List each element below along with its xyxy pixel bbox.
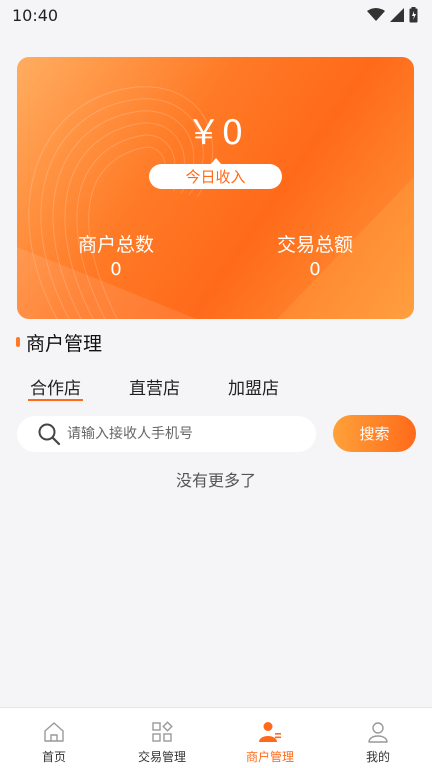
user-icon bbox=[368, 722, 388, 743]
merchant-count-stat: 商户总数 0 bbox=[17, 232, 216, 282]
merchant-icon bbox=[259, 722, 281, 742]
nav-merchant-management[interactable]: 商户管理 bbox=[216, 708, 324, 768]
nav-trade-management[interactable]: 交易管理 bbox=[108, 708, 216, 768]
no-more-text: 没有更多了 bbox=[175, 471, 256, 490]
grid-icon bbox=[152, 721, 173, 742]
search-icon bbox=[38, 423, 61, 446]
home-icon bbox=[44, 722, 64, 742]
phone-search-input[interactable] bbox=[67, 426, 297, 442]
status-bar: 10:40 bbox=[0, 0, 432, 30]
today-income-badge: 今日收入 bbox=[149, 158, 282, 189]
nav-merchant-label: 商户管理 bbox=[245, 750, 294, 764]
nav-home[interactable]: 首页 bbox=[0, 708, 108, 768]
bottom-tab-bar: 首页 交易管理 商户管理 我的 bbox=[0, 707, 432, 768]
tab-direct[interactable]: 直营店 bbox=[129, 374, 180, 399]
search-button[interactable]: 搜索 bbox=[333, 415, 416, 452]
tab-franchise[interactable]: 加盟店 bbox=[228, 374, 279, 399]
signal-icon bbox=[390, 8, 404, 22]
store-type-tabs: 合作店 直营店 加盟店 bbox=[0, 374, 432, 404]
nav-trade-label: 交易管理 bbox=[137, 750, 186, 764]
summary-card: ￥0 今日收入 商户总数 0 交易总额 0 bbox=[17, 57, 414, 319]
wifi-icon bbox=[367, 8, 385, 21]
active-tab-indicator bbox=[28, 399, 83, 401]
tab-cooperative[interactable]: 合作店 bbox=[30, 374, 81, 399]
trade-total-value: 0 bbox=[309, 259, 321, 280]
nav-home-label: 首页 bbox=[41, 750, 66, 764]
section-accent-bar bbox=[16, 337, 20, 347]
merchant-count-value: 0 bbox=[110, 259, 122, 280]
trade-total-label: 交易总额 bbox=[276, 234, 353, 256]
battery-icon bbox=[409, 7, 418, 23]
status-icons bbox=[367, 7, 418, 23]
merchant-count-label: 商户总数 bbox=[77, 234, 154, 256]
nav-mine-label: 我的 bbox=[365, 750, 390, 764]
trade-total-stat: 交易总额 0 bbox=[215, 232, 414, 282]
status-time: 10:40 bbox=[12, 5, 59, 25]
nav-mine[interactable]: 我的 bbox=[324, 708, 432, 768]
total-amount: ￥0 bbox=[186, 113, 245, 153]
section-title: 商户管理 bbox=[26, 332, 103, 355]
section-header: 商户管理 bbox=[16, 329, 102, 355]
search-box bbox=[17, 416, 316, 452]
